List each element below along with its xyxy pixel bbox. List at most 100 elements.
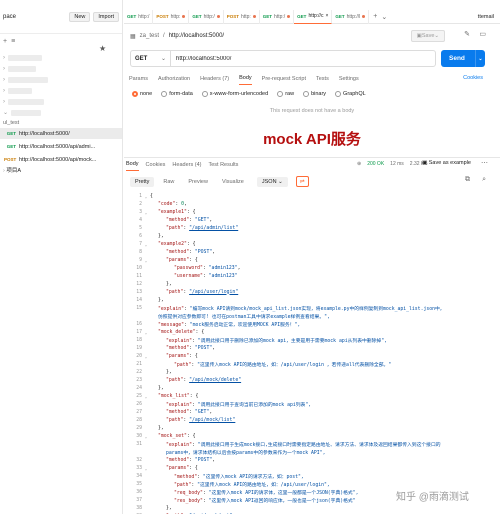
view-pretty[interactable]: Pretty	[130, 176, 155, 187]
collection-item[interactable]: ›	[0, 74, 122, 85]
response-code-viewer[interactable]: 1 ⌄{2 "code": 0, 3 ⌄ "example1": {4 "method": …	[124, 192, 500, 514]
save-button[interactable]: ▣ Save ⌄	[410, 30, 445, 42]
tab-body[interactable]: Body	[239, 72, 252, 85]
collection-item[interactable]: ›	[0, 96, 122, 107]
chevron-down-icon[interactable]: ⌄	[475, 50, 485, 67]
sidebar-request[interactable]: GET http://localhost:5000/	[0, 128, 122, 139]
code-token: "/api/admin/list"	[189, 225, 239, 231]
request-tab[interactable]: GET http:/	[260, 9, 295, 24]
fold-icon[interactable]: ⌄	[142, 466, 150, 471]
close-icon[interactable]: ×	[325, 13, 328, 19]
code-content: "path": "这里传入mock API的路由地址，如：/api/user/l…	[150, 481, 330, 488]
tab-response-cookies[interactable]: Cookies	[146, 158, 166, 171]
code-token: "/api/mock/list"	[189, 417, 236, 423]
fold-icon[interactable]: ⌄	[142, 354, 150, 359]
breadcrumb[interactable]: za_test	[140, 33, 159, 39]
more-icon[interactable]: ⋯	[481, 159, 488, 167]
format-select[interactable]: JSON ⌄	[256, 176, 288, 187]
workspace-name[interactable]: pace	[3, 14, 66, 20]
code-line: 18 "explain": "调用此接口用于删除已添加的mock api，主要是用…	[124, 336, 500, 344]
sidebar-request[interactable]: POST http://localhost:5000/api/mock...	[0, 154, 122, 165]
unsaved-dot-icon	[252, 15, 256, 18]
line-number: 5	[139, 225, 142, 231]
line-number: 14	[136, 297, 142, 303]
fold-icon[interactable]: ⌄	[142, 434, 150, 439]
cookies-link[interactable]: Cookies	[463, 75, 483, 81]
environment-selector[interactable]: ttemail	[478, 14, 494, 20]
request-tab-active[interactable]: GET http://c ×	[294, 9, 333, 24]
radio-urlencoded[interactable]: x-www-form-urlencoded	[201, 90, 268, 97]
new-tab-icon[interactable]: +	[373, 13, 377, 20]
radio-form-data[interactable]: form-data	[161, 90, 193, 97]
save-as-example-button[interactable]: ▣ Save as example	[422, 160, 471, 166]
chevron-right-icon: ›	[3, 98, 5, 105]
sidebar-request[interactable]: GET http://localhost:5000/api/admi...	[0, 141, 122, 152]
request-tab[interactable]: GET http:/	[189, 9, 224, 24]
search-icon[interactable]: ⌕	[482, 176, 486, 184]
sidebar-folder[interactable]: › 项目A	[3, 166, 21, 174]
view-preview[interactable]: Preview	[183, 177, 213, 187]
radio-binary[interactable]: binary	[303, 90, 326, 97]
view-raw[interactable]: Raw	[158, 177, 179, 187]
line-number: 31	[136, 441, 142, 447]
new-button[interactable]: New	[69, 11, 91, 22]
tab-response-body[interactable]: Body	[126, 158, 139, 171]
fold-icon[interactable]: ⌄	[142, 242, 150, 247]
collection-item[interactable]: ›	[0, 63, 122, 74]
line-number: 15	[136, 305, 142, 311]
status-badge[interactable]: 200 OK	[367, 161, 384, 167]
tab-params[interactable]: Params	[129, 72, 148, 85]
collection-item[interactable]: ⌄	[0, 107, 122, 118]
collection-group-label[interactable]: ul_test	[0, 120, 122, 126]
fold-icon[interactable]: ⌄	[142, 258, 150, 263]
code-token: : {	[189, 393, 199, 399]
line-number: 17	[136, 329, 142, 335]
request-tab[interactable]: GET http://l	[332, 9, 370, 24]
tab-response-headers[interactable]: Headers (4)	[172, 158, 201, 171]
fold-icon[interactable]: ⌄	[142, 394, 150, 399]
code-token: },	[158, 233, 164, 239]
line-number: 30	[136, 433, 142, 439]
radio-none[interactable]: none	[132, 90, 152, 97]
url-input[interactable]	[171, 55, 435, 62]
method-select[interactable]: GET ⌄	[131, 51, 171, 66]
request-tab[interactable]: GET http:/	[124, 9, 154, 24]
tab-authorization[interactable]: Authorization	[158, 72, 190, 85]
tab-menu-icon[interactable]: ⌄	[381, 13, 387, 21]
tab-tests[interactable]: Tests	[316, 72, 329, 85]
collection-item[interactable]: ›	[0, 52, 122, 63]
line-number: 20	[136, 353, 142, 359]
tab-test-results[interactable]: Test Results	[208, 158, 238, 171]
copy-icon[interactable]: ⧉	[465, 176, 470, 184]
radio-graphql[interactable]: GraphQL	[335, 90, 366, 97]
edit-icon[interactable]: ✎	[464, 30, 470, 38]
import-button[interactable]: Import	[93, 11, 119, 22]
tab-headers[interactable]: Headers (7)	[200, 72, 229, 85]
view-visualize[interactable]: Visualize	[217, 177, 249, 187]
request-tab-bar: GET http:/ POST http: GET http:/ POST http: …	[124, 9, 500, 24]
line-number: 8	[139, 249, 142, 255]
add-icon[interactable]: +	[3, 38, 7, 45]
fold-icon[interactable]: ⌄	[142, 194, 150, 199]
request-title[interactable]: http://localhost:5000/	[169, 33, 224, 39]
tab-settings[interactable]: Settings	[339, 72, 359, 85]
tab-pre-request-script[interactable]: Pre-request Script	[262, 72, 306, 85]
code-token: "调用此接口用于生成mock接口,生成接口时需要指定路由地址、请求方法、请求体及…	[197, 442, 441, 448]
wrap-lines-icon[interactable]: ⇌	[295, 176, 309, 187]
fold-icon[interactable]: ⌄	[142, 210, 150, 215]
code-token: "mock_delete"	[158, 329, 196, 335]
tab-method: GET	[262, 14, 273, 19]
send-button[interactable]: Send ⌄	[441, 50, 485, 67]
chevron-down-icon: ⌄	[160, 56, 166, 62]
response-time[interactable]: 12 ms	[390, 161, 404, 167]
comment-icon[interactable]: ▭	[479, 30, 486, 38]
radio-raw[interactable]: raw	[277, 90, 294, 97]
fold-icon[interactable]: ⌄	[142, 330, 150, 335]
line-number: 24	[136, 385, 142, 391]
filter-icon[interactable]: ≡	[11, 38, 15, 45]
collection-item[interactable]: ›	[0, 85, 122, 96]
radio-circle	[201, 90, 208, 97]
code-token: : {	[189, 465, 198, 471]
request-tab[interactable]: POST http:	[224, 9, 260, 24]
request-tab[interactable]: POST http:	[153, 9, 190, 24]
